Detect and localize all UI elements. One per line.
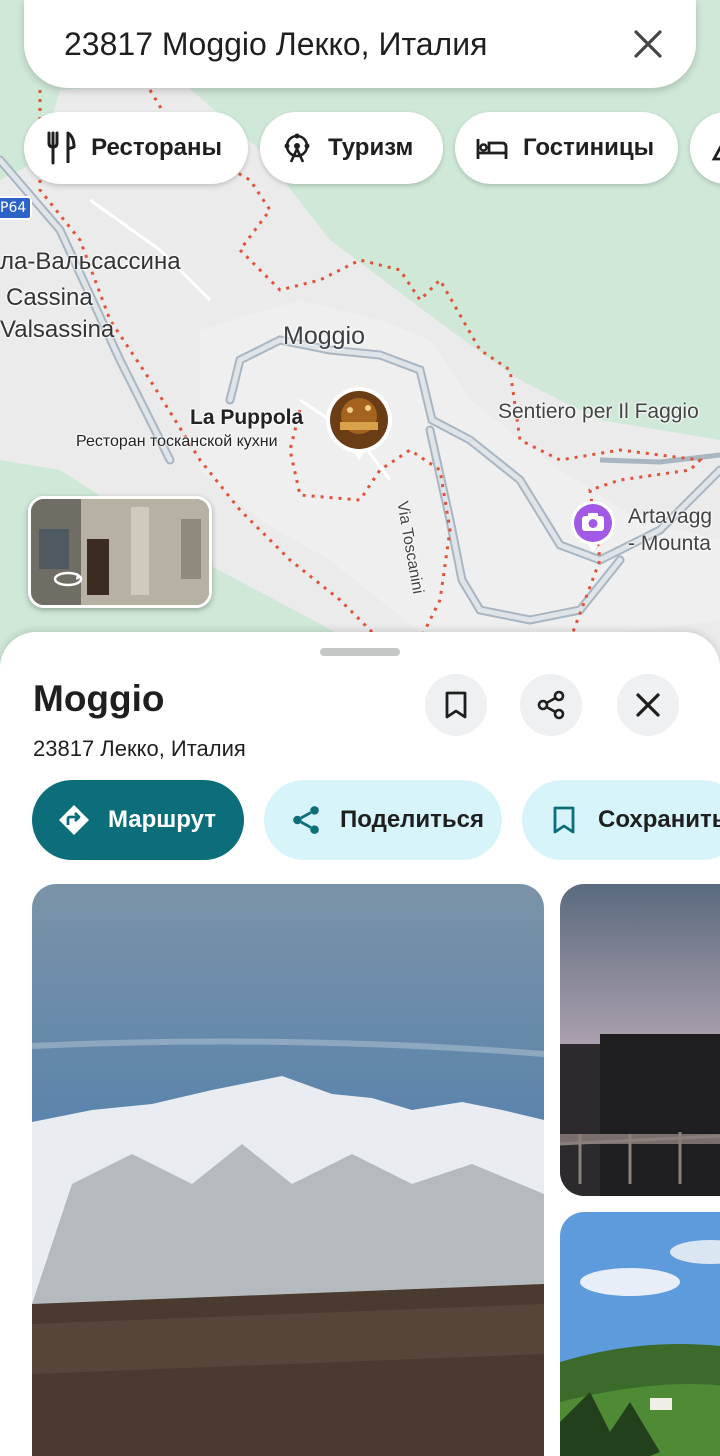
search-bar[interactable]: 23817 Moggio Лекко, Италия <box>24 0 696 88</box>
map-label-artavaggio-2[interactable]: - Mounta <box>628 532 711 556</box>
close-icon <box>636 693 660 717</box>
road-shield: P64 <box>0 196 33 220</box>
place-address: 23817 Лекко, Италия <box>33 736 246 761</box>
map-view[interactable]: P64 ла-Вальсассина Cassina Valsassina Mo… <box>0 0 720 700</box>
share-button-label: Поделиться <box>340 806 485 833</box>
directions-icon <box>56 802 92 838</box>
rotate-360-icon <box>53 571 83 587</box>
street-view-thumbnail[interactable] <box>28 496 212 608</box>
bookmark-icon <box>445 691 467 719</box>
search-query[interactable]: 23817 Moggio Лекко, Италия <box>64 26 624 63</box>
share-icon <box>288 802 324 838</box>
place-bottom-sheet: Moggio 23817 Лекко, Италия Маршрут Подел… <box>0 632 720 1456</box>
save-button[interactable]: Сохранить <box>522 780 720 860</box>
hills-photo-image <box>560 1212 720 1456</box>
drag-handle[interactable] <box>320 648 400 656</box>
close-icon[interactable] <box>624 20 672 68</box>
photo-green-hills[interactable] <box>560 1212 720 1456</box>
chip-restaurants-label: Рестораны <box>91 134 222 161</box>
share-icon <box>537 690 565 720</box>
action-buttons: Маршрут Поделиться Сохранить <box>32 780 720 860</box>
bookmark-icon <box>546 802 582 838</box>
category-chips: Рестораны Туризм Гостиницы <box>24 112 720 184</box>
route-button-label: Маршрут <box>108 806 217 833</box>
map-label-valsassina: ла-Вальсассина <box>0 248 181 275</box>
place-title: Moggio <box>33 678 165 719</box>
camera-pin-icon <box>571 501 615 552</box>
photo-mountain[interactable] <box>32 884 544 1456</box>
mountain-photo-image <box>32 884 544 1456</box>
more-category-icon <box>710 131 720 165</box>
map-label-restaurant-desc[interactable]: Ресторан тосканской кухни <box>76 433 278 451</box>
map-label-cassina: Cassina <box>6 284 93 311</box>
chip-hotels-label: Гостиницы <box>523 134 655 161</box>
map-label-valsassina-2: Valsassina <box>0 316 115 343</box>
restaurant-photo-pin-icon <box>326 387 392 460</box>
chip-restaurants[interactable]: Рестораны <box>24 112 248 184</box>
map-label-restaurant-name[interactable]: La Puppola <box>190 406 303 430</box>
chip-tourism-label: Туризм <box>328 134 414 161</box>
share-icon-button[interactable] <box>520 674 582 736</box>
map-label-sentiero[interactable]: Sentiero per Il Faggio <box>498 400 699 424</box>
fork-knife-icon <box>44 131 77 165</box>
map-label-moggio: Moggio <box>283 322 365 350</box>
map-label-artavaggio[interactable]: Artavagg <box>628 505 712 529</box>
bed-icon <box>475 131 509 165</box>
building-photo-image <box>560 884 720 1196</box>
route-button[interactable]: Маршрут <box>32 780 244 860</box>
street-view-image <box>31 499 209 605</box>
save-button-label: Сохранить <box>598 806 720 833</box>
restaurant-pin[interactable] <box>324 386 394 462</box>
chip-tourism[interactable]: Туризм <box>260 112 443 184</box>
chip-hotels[interactable]: Гостиницы <box>455 112 678 184</box>
photo-spot-pin[interactable] <box>570 500 616 554</box>
chip-more[interactable] <box>690 112 720 184</box>
ferris-wheel-icon <box>280 131 314 165</box>
share-button[interactable]: Поделиться <box>264 780 502 860</box>
photo-building-dusk[interactable] <box>560 884 720 1196</box>
close-sheet-button[interactable] <box>617 674 679 736</box>
save-icon-button[interactable] <box>425 674 487 736</box>
